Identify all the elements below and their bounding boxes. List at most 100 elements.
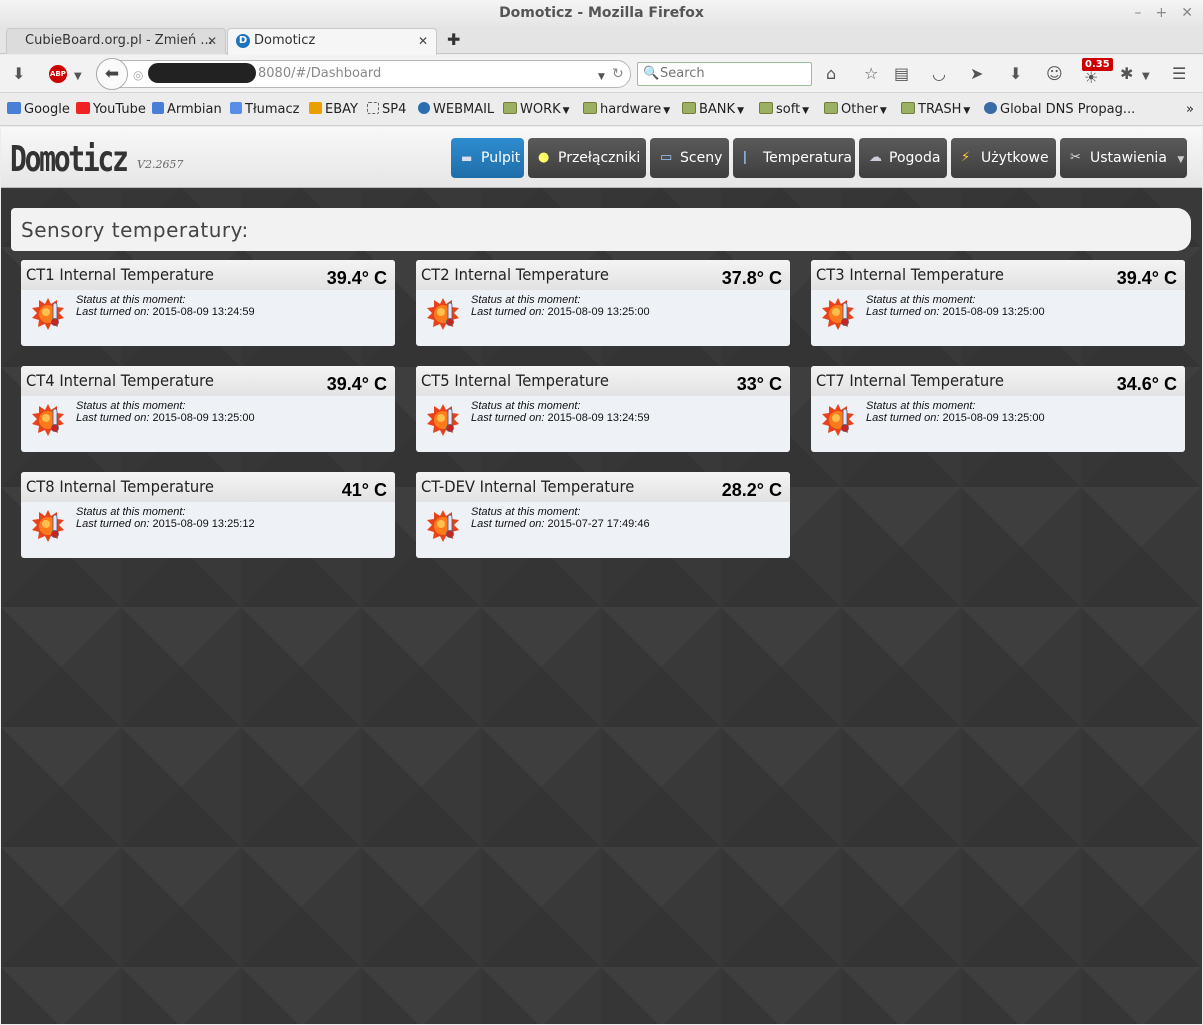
- sensor-status-label: Status at this moment:: [866, 400, 976, 412]
- bookmark-folder-trash[interactable]: TRASH ▼: [901, 102, 970, 117]
- chevron-down-icon: ▼: [737, 106, 744, 116]
- globe-icon: [984, 102, 997, 114]
- url-dropdown-icon[interactable]: ▼: [598, 68, 605, 86]
- url-text[interactable]: 8080/#/Dashboard: [258, 66, 381, 81]
- bookmark-star-icon[interactable]: ☆: [864, 65, 878, 83]
- downloads-icon[interactable]: ⬇: [1009, 65, 1022, 83]
- download-arrow-icon[interactable]: ⬇: [12, 65, 25, 83]
- menu-pogoda[interactable]: ☁ Pogoda: [859, 138, 947, 178]
- temperature-sun-icon[interactable]: [31, 403, 65, 437]
- extension-icon[interactable]: ✱: [1120, 65, 1133, 83]
- temperature-sun-icon[interactable]: [426, 509, 460, 543]
- ebay-icon: [309, 102, 322, 114]
- domoticz-logo[interactable]: Domoticz: [10, 139, 129, 180]
- sensor-card[interactable]: CT2 Internal Temperature 37.8° C Status at…: [416, 260, 790, 346]
- sensor-temperature-value: 41° C: [341, 480, 387, 500]
- bookmark-tlumacz[interactable]: Tłumacz: [230, 102, 299, 117]
- menu-hamburger-icon[interactable]: ☰: [1172, 65, 1186, 83]
- chevron-down-icon: ▼: [1177, 155, 1185, 165]
- folder-icon: [901, 102, 915, 114]
- temperature-sun-icon[interactable]: [821, 297, 855, 331]
- sensor-name: CT8 Internal Temperature: [26, 477, 214, 496]
- chevron-down-icon: ▼: [663, 106, 671, 116]
- extension-dropdown-icon[interactable]: ▼: [1142, 68, 1150, 86]
- maximize-button[interactable]: +: [1156, 0, 1168, 26]
- sensor-card[interactable]: CT5 Internal Temperature 33° C Status at t…: [416, 366, 790, 452]
- sensor-card[interactable]: CT1 Internal Temperature 39.4° C Status at…: [21, 260, 395, 346]
- minimize-button[interactable]: –: [1135, 0, 1142, 26]
- chat-icon[interactable]: ☺: [1046, 65, 1063, 83]
- adblock-icon[interactable]: ABP: [49, 65, 67, 83]
- sensor-last-turned-on: Last turned on: 2015-08-09 13:24:59: [76, 306, 255, 318]
- weather-extension-icon[interactable]: ☀: [1084, 69, 1098, 87]
- sensor-last-turned-on: Last turned on: 2015-08-09 13:25:00: [866, 306, 1045, 318]
- search-input[interactable]: [660, 66, 808, 81]
- menu-przelaczniki[interactable]: ● Przełączniki: [528, 138, 646, 178]
- menu-ustawienia[interactable]: ✂ Ustawienia ▼: [1060, 138, 1187, 178]
- sensor-status-label: Status at this moment:: [471, 506, 581, 518]
- site-info-icon[interactable]: ◎: [133, 66, 143, 84]
- chevron-down-icon: ▼: [562, 106, 570, 116]
- section-title: Sensory temperatury:: [21, 218, 249, 242]
- bookmark-global-dns[interactable]: Global DNS Propag...: [984, 102, 1135, 117]
- bookmark-google[interactable]: Google: [7, 102, 70, 117]
- bookmark-folder-hardware[interactable]: hardware ▼: [583, 102, 670, 117]
- last-turned-on-time: 2015-08-09 13:24:59: [152, 306, 255, 318]
- sensor-card[interactable]: CT-DEV Internal Temperature 28.2° C Status…: [416, 472, 790, 558]
- temperature-sun-icon[interactable]: [31, 509, 65, 543]
- sensor-card-header: CT2 Internal Temperature 37.8° C: [416, 260, 790, 290]
- temperature-sun-icon[interactable]: [426, 297, 460, 331]
- tab-close-icon[interactable]: ✕: [418, 29, 428, 53]
- bookmark-folder-work[interactable]: WORK ▼: [503, 102, 570, 117]
- folder-icon: [759, 102, 773, 114]
- pocket-icon[interactable]: ◡: [932, 65, 946, 83]
- bookmark-ebay[interactable]: EBAY: [309, 102, 358, 117]
- sensor-card-header: CT-DEV Internal Temperature 28.2° C: [416, 472, 790, 502]
- close-window-button[interactable]: ✕: [1181, 0, 1193, 26]
- bookmark-folder-other[interactable]: Other ▼: [824, 102, 887, 117]
- home-icon[interactable]: ⌂: [826, 65, 836, 83]
- back-button[interactable]: ⬅: [96, 58, 128, 90]
- bookmark-folder-bank[interactable]: BANK ▼: [682, 102, 744, 117]
- sensor-card-header: CT8 Internal Temperature 41° C: [21, 472, 395, 502]
- sensor-card[interactable]: CT7 Internal Temperature 34.6° C Status at…: [811, 366, 1185, 452]
- sensor-status-label: Status at this moment:: [76, 506, 186, 518]
- sensor-name: CT4 Internal Temperature: [26, 371, 214, 390]
- sensor-name: CT-DEV Internal Temperature: [421, 477, 635, 496]
- sensor-card[interactable]: CT4 Internal Temperature 39.4° C Status at…: [21, 366, 395, 452]
- tab-close-icon[interactable]: ✕: [207, 29, 217, 53]
- sensor-card-header: CT7 Internal Temperature 34.6° C: [811, 366, 1185, 396]
- temperature-sun-icon[interactable]: [426, 403, 460, 437]
- menu-uzytkowe[interactable]: ⚡ Użytkowe: [951, 138, 1056, 178]
- menu-pulpit[interactable]: ▬ Pulpit: [451, 138, 524, 178]
- bookmark-webmail[interactable]: WEBMAIL: [418, 102, 494, 117]
- bookmark-sp4[interactable]: SP4: [367, 102, 406, 117]
- sensor-status-label: Status at this moment:: [76, 400, 186, 412]
- reading-list-icon[interactable]: ▤: [894, 65, 909, 83]
- reload-icon[interactable]: ↻: [612, 65, 624, 83]
- menu-sceny[interactable]: ▭ Sceny: [650, 138, 729, 178]
- search-box[interactable]: 🔍: [637, 62, 812, 86]
- folder-icon: [583, 102, 597, 114]
- sensor-card[interactable]: CT3 Internal Temperature 39.4° C Status at…: [811, 260, 1185, 346]
- bookmarks-overflow-icon[interactable]: »: [1186, 102, 1194, 117]
- app-header: Domoticz V2.2657 ▬ Pulpit ● Przełączniki…: [1, 127, 1202, 188]
- sensor-card[interactable]: CT8 Internal Temperature 41° C Status at t…: [21, 472, 395, 558]
- bookmark-armbian[interactable]: Armbian: [152, 102, 222, 117]
- menu-temperatura[interactable]: ǀ Temperatura: [733, 138, 855, 178]
- sensor-status-label: Status at this moment:: [76, 294, 186, 306]
- bookmark-folder-soft[interactable]: soft ▼: [759, 102, 809, 117]
- bookmark-youtube[interactable]: YouTube: [76, 102, 146, 117]
- temperature-sun-icon[interactable]: [821, 403, 855, 437]
- lightbulb-icon: ●: [538, 150, 550, 165]
- folder-icon: [503, 102, 517, 114]
- window-title: Domoticz - Mozilla Firefox: [499, 5, 704, 21]
- send-icon[interactable]: ➤: [970, 65, 983, 83]
- last-turned-on-time: 2015-08-09 13:25:00: [152, 412, 255, 424]
- new-tab-icon[interactable]: ✚: [447, 30, 460, 49]
- chevron-down-icon[interactable]: ▼: [74, 68, 82, 86]
- tab-domoticz[interactable]: D Domoticz ✕: [227, 28, 437, 55]
- temperature-sun-icon[interactable]: [31, 297, 65, 331]
- tab-cubieboard[interactable]: CubieBoard.org.pl - Zmień ... ✕: [6, 28, 226, 54]
- dashboard-icon: ▬: [461, 151, 473, 165]
